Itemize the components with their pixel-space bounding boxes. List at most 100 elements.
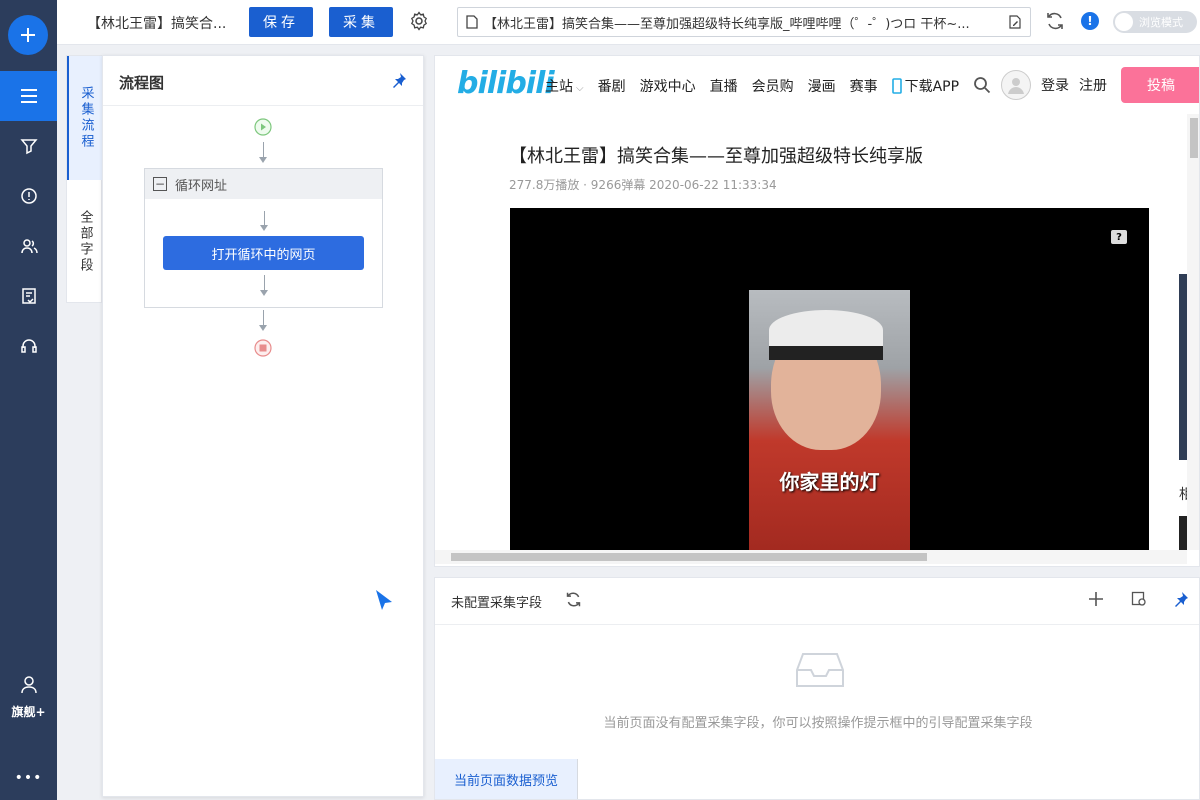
users-icon — [20, 239, 38, 254]
video-player[interactable]: ? 你家里的灯 — [510, 208, 1149, 550]
flowchart-title: 流程图 — [119, 74, 165, 92]
stop-icon — [254, 339, 272, 357]
play-icon — [254, 118, 272, 136]
bilibili-logo[interactable]: bilibili — [457, 66, 555, 101]
tab-data-preview[interactable]: 当前页面数据预览 — [435, 759, 578, 799]
vertical-scrollbar[interactable] — [1187, 114, 1199, 550]
video-headband — [769, 346, 883, 360]
nav-item-users[interactable] — [0, 221, 57, 271]
nav-anime[interactable]: 番剧 — [598, 76, 626, 96]
refresh-fields-button[interactable] — [565, 591, 582, 612]
flow-arrow — [260, 290, 268, 296]
flow-connector — [264, 275, 265, 291]
user-account[interactable]: 旗舰+ — [0, 676, 57, 720]
nav-live[interactable]: 直播 — [710, 76, 738, 96]
nav-manga[interactable]: 漫画 — [808, 76, 836, 96]
loop-label: 循环网址 — [175, 178, 228, 194]
flow-connector — [263, 310, 264, 326]
edit-document-icon[interactable] — [1008, 15, 1022, 29]
pin-icon — [1175, 592, 1188, 607]
loop-block[interactable]: − 循环网址 打开循环中的网页 — [144, 168, 383, 308]
nav-item-menu[interactable] — [0, 71, 57, 121]
document-icon — [466, 15, 478, 29]
settings-button[interactable] — [409, 11, 429, 35]
nav-item-schedule[interactable] — [0, 171, 57, 221]
nav-item-filter[interactable] — [0, 121, 57, 171]
gear-icon — [410, 11, 428, 31]
nav-esports[interactable]: 赛事 — [850, 76, 878, 96]
avatar[interactable] — [1001, 70, 1031, 100]
refresh-icon — [566, 592, 581, 607]
toggle-knob — [1115, 13, 1133, 31]
scroll-thumb[interactable] — [451, 553, 927, 561]
empty-inbox-icon — [795, 650, 845, 694]
browse-mode-toggle[interactable]: 浏览模式 — [1113, 11, 1197, 33]
browser-viewport[interactable]: bilibili 主站 ⌵ 番剧 游戏中心 直播 会员购 漫画 赛事 下载APP … — [434, 55, 1200, 567]
flow-arrow — [259, 157, 267, 163]
scroll-thumb[interactable] — [1190, 118, 1198, 158]
divider — [435, 624, 1199, 625]
url-text: 【林北王雷】搞笑合集——至尊加强超级特长纯享版_哔哩哔哩（゜-゜)つロ 干杯~.… — [484, 16, 970, 32]
chevron-down-icon: ⌵ — [576, 83, 584, 94]
flow-arrow — [260, 225, 268, 231]
nav-item-data[interactable] — [0, 271, 57, 321]
video-caption: 你家里的灯 — [779, 470, 880, 494]
tab-all-fields[interactable]: 全部字段 — [67, 180, 103, 304]
user-icon — [20, 676, 37, 694]
video-hair — [769, 310, 883, 350]
video-title: 【林北王雷】搞笑合集——至尊加强超级特长纯享版 — [509, 146, 923, 167]
tab-workflow[interactable]: 采集流程 — [67, 56, 103, 180]
save-button[interactable]: 保存 — [249, 7, 313, 37]
collect-button[interactable]: 采集 — [329, 7, 393, 37]
nav-item-support[interactable] — [0, 321, 57, 371]
fields-title: 未配置采集字段 — [451, 596, 543, 611]
browse-mode-label: 浏览模式 — [1139, 16, 1183, 29]
loop-header[interactable]: − 循环网址 — [145, 169, 382, 199]
menu-icon — [20, 89, 37, 103]
horizontal-scrollbar[interactable] — [435, 550, 1187, 564]
settings-doc-icon — [1131, 591, 1146, 606]
flow-connector — [264, 211, 265, 225]
left-nav: 旗舰+ ••• — [0, 0, 57, 800]
flow-start-node[interactable] — [254, 118, 272, 140]
flow-end-node[interactable] — [254, 339, 272, 361]
bilibili-nav: 主站 ⌵ 番剧 游戏中心 直播 会员购 漫画 赛事 下载APP — [545, 76, 959, 96]
nav-main[interactable]: 主站 ⌵ — [545, 76, 584, 96]
field-settings-button[interactable] — [1131, 591, 1147, 611]
bilibili-user-area: 登录 注册 — [973, 70, 1107, 100]
fields-panel: 未配置采集字段 当前页面没有配置采集字段，你可以按照操作提示框中的引导配置采集字… — [434, 577, 1200, 800]
nav-shop[interactable]: 会员购 — [752, 76, 794, 96]
url-bar[interactable]: 【林北王雷】搞笑合集——至尊加强超级特长纯享版_哔哩哔哩（゜-゜)つロ 干杯~.… — [457, 7, 1031, 37]
mouse-cursor-icon — [375, 589, 393, 615]
bilibili-header: bilibili 主站 ⌵ 番剧 游戏中心 直播 会员购 漫画 赛事 下载APP … — [435, 56, 1199, 114]
pin-button[interactable] — [391, 72, 407, 92]
open-loop-page-step[interactable]: 打开循环中的网页 — [163, 236, 364, 270]
pin-icon — [393, 73, 406, 88]
video-frame: 你家里的灯 — [749, 290, 910, 550]
help-icon[interactable]: ? — [1111, 230, 1127, 244]
nav-game-center[interactable]: 游戏中心 — [640, 76, 696, 96]
plus-icon — [21, 28, 35, 42]
flowchart-panel: 流程图 − 循环网址 打开循环中的网页 — [102, 55, 424, 797]
document-check-icon — [21, 288, 36, 304]
default-avatar-icon — [1008, 78, 1024, 94]
more-button[interactable]: ••• — [0, 770, 57, 786]
collapse-icon[interactable]: − — [153, 177, 167, 191]
top-toolbar: 【林北王雷】搞笑合... 保存 采集 【林北王雷】搞笑合集——至尊加强超级特长纯… — [57, 0, 1200, 45]
register-link[interactable]: 注册 — [1079, 75, 1107, 95]
clock-alert-icon — [20, 188, 37, 204]
phone-icon — [891, 78, 902, 94]
info-icon[interactable]: ! — [1081, 12, 1099, 30]
pin-button[interactable] — [1173, 591, 1189, 611]
search-icon[interactable] — [973, 76, 991, 94]
new-task-button[interactable] — [8, 15, 48, 55]
user-plan-label: 旗舰+ — [11, 705, 46, 719]
add-field-button[interactable] — [1087, 590, 1105, 612]
login-link[interactable]: 登录 — [1041, 75, 1069, 95]
empty-message: 当前页面没有配置采集字段，你可以按照操作提示框中的引导配置采集字段 — [603, 716, 1033, 731]
upload-button[interactable]: 投稿 — [1121, 67, 1199, 103]
reload-button[interactable] — [1045, 11, 1065, 35]
video-meta: 277.8万播放 · 9266弹幕 2020-06-22 11:33:34 — [509, 178, 777, 192]
headset-icon — [20, 339, 37, 353]
nav-download-app[interactable]: 下载APP — [891, 76, 959, 96]
